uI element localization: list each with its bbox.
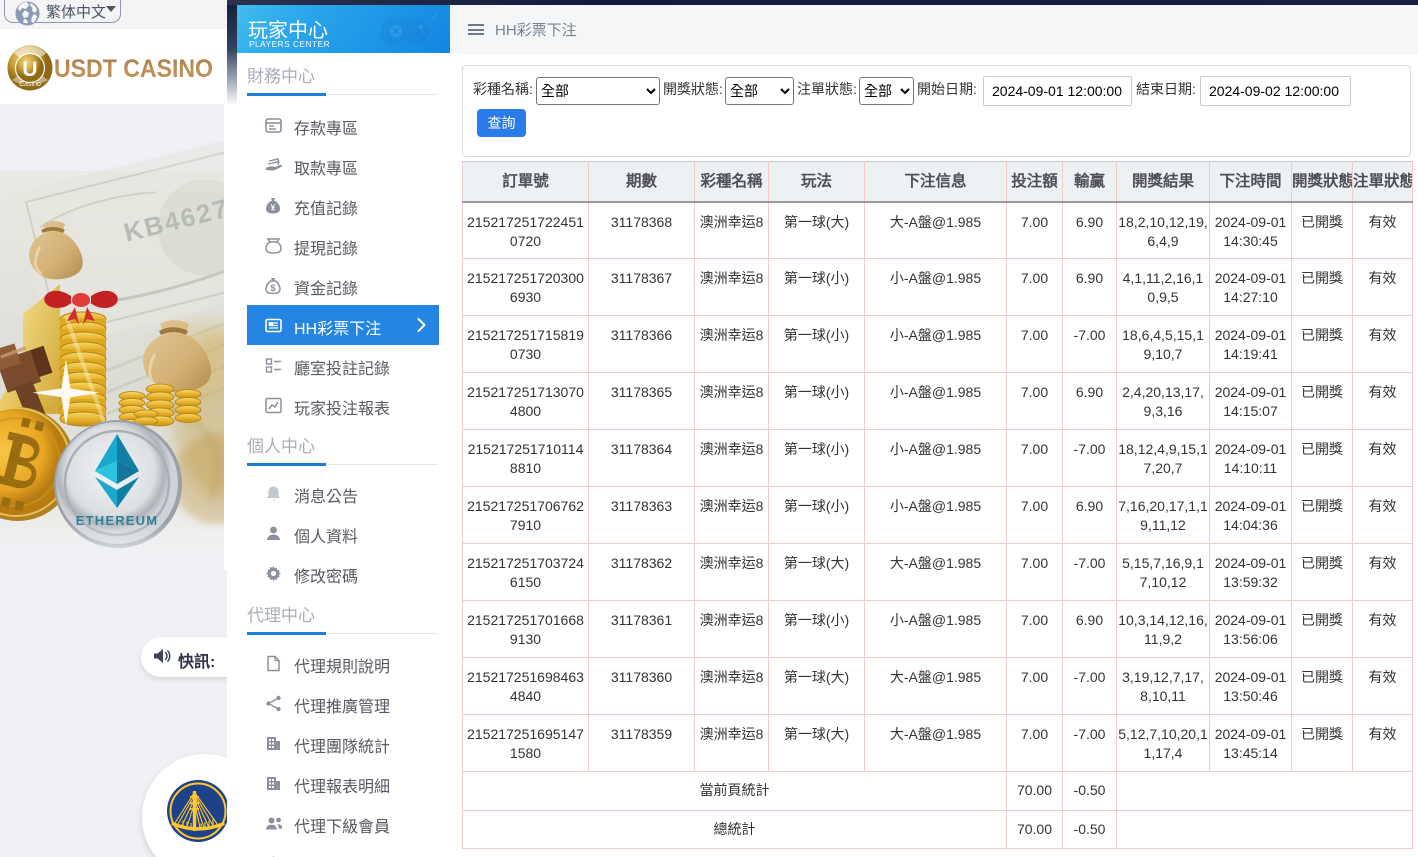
- svg-text:¥: ¥: [271, 204, 276, 213]
- svg-text:Casino: Casino: [19, 81, 41, 88]
- svg-text:USDT CASINO: USDT CASINO: [54, 55, 213, 83]
- svg-text:U: U: [22, 58, 37, 81]
- svg-text:$: $: [270, 283, 275, 293]
